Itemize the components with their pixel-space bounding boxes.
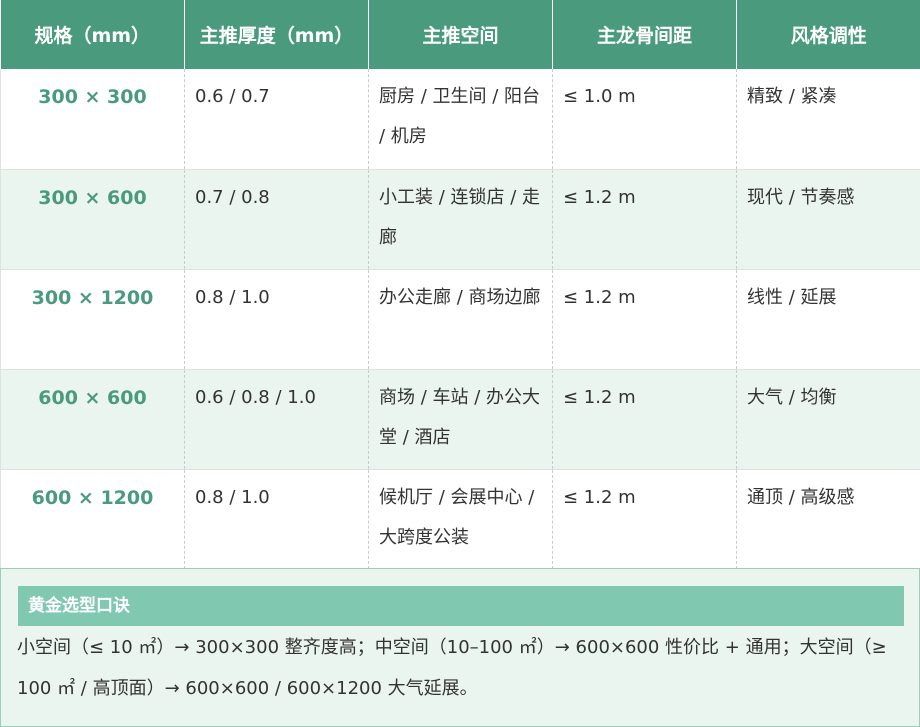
spec-page: 规格（mm） 主推厚度（mm） 主推空间 主龙骨间距 风格调性 300 × 30… [0, 0, 920, 727]
cell-style: 大气 / 均衡 [736, 369, 920, 470]
cell-style: 通顶 / 高级感 [736, 469, 920, 570]
cell-keel-spacing: ≤ 1.2 m [552, 169, 737, 270]
header-space: 主推空间 [368, 0, 553, 69]
header-style: 风格调性 [736, 0, 920, 69]
tip-text: 小空间（≤ 10 ㎡）→ 300×300 整齐度高；中空间（10–100 ㎡）→… [17, 637, 887, 699]
cell-thickness: 0.6 / 0.7 [184, 69, 369, 170]
cell-size: 600 × 600 [0, 369, 185, 470]
cell-thickness: 0.7 / 0.8 [184, 169, 369, 270]
table-header: 规格（mm） 主推厚度（mm） 主推空间 主龙骨间距 风格调性 [0, 0, 920, 69]
header-row: 规格（mm） 主推厚度（mm） 主推空间 主龙骨间距 风格调性 [0, 0, 920, 69]
table-row: 600 × 1200 0.8 / 1.0 候机厅 / 会展中心 / 大跨度公装 … [0, 469, 920, 570]
cell-style: 精致 / 紧凑 [736, 69, 920, 170]
table-row: 300 × 300 0.6 / 0.7 厨房 / 卫生间 / 阳台 / 机房 ≤… [0, 69, 920, 170]
cell-keel-spacing: ≤ 1.0 m [552, 69, 737, 170]
cell-space: 小工装 / 连锁店 / 走廊 [368, 169, 553, 270]
table-row: 300 × 1200 0.8 / 1.0 办公走廊 / 商场边廊 ≤ 1.2 m… [0, 269, 920, 370]
header-thickness: 主推厚度（mm） [184, 0, 369, 69]
cell-thickness: 0.8 / 1.0 [184, 469, 369, 570]
cell-thickness: 0.6 / 0.8 / 1.0 [184, 369, 369, 470]
selection-tip-box: 黄金选型口诀 小空间（≤ 10 ㎡）→ 300×300 整齐度高；中空间（10–… [0, 568, 920, 727]
cell-thickness: 0.8 / 1.0 [184, 269, 369, 370]
cell-size: 600 × 1200 [0, 469, 185, 570]
header-keel-spacing: 主龙骨间距 [552, 0, 737, 69]
cell-size: 300 × 1200 [0, 269, 185, 370]
cell-size: 300 × 600 [0, 169, 185, 270]
cell-space: 商场 / 车站 / 办公大堂 / 酒店 [368, 369, 553, 470]
cell-keel-spacing: ≤ 1.2 m [552, 269, 737, 370]
cell-size: 300 × 300 [0, 69, 185, 170]
cell-keel-spacing: ≤ 1.2 m [552, 469, 737, 570]
table-body: 300 × 300 0.6 / 0.7 厨房 / 卫生间 / 阳台 / 机房 ≤… [0, 69, 920, 570]
cell-space: 厨房 / 卫生间 / 阳台 / 机房 [368, 69, 553, 170]
cell-style: 现代 / 节奏感 [736, 169, 920, 270]
cell-keel-spacing: ≤ 1.2 m [552, 369, 737, 470]
table-row: 600 × 600 0.6 / 0.8 / 1.0 商场 / 车站 / 办公大堂… [0, 369, 920, 470]
spec-table: 规格（mm） 主推厚度（mm） 主推空间 主龙骨间距 风格调性 300 × 30… [0, 0, 920, 570]
cell-space: 候机厅 / 会展中心 / 大跨度公装 [368, 469, 553, 570]
cell-space: 办公走廊 / 商场边廊 [368, 269, 553, 370]
header-size: 规格（mm） [0, 0, 185, 69]
tip-title: 黄金选型口诀 [18, 586, 904, 626]
table-row: 300 × 600 0.7 / 0.8 小工装 / 连锁店 / 走廊 ≤ 1.2… [0, 169, 920, 270]
cell-style: 线性 / 延展 [736, 269, 920, 370]
